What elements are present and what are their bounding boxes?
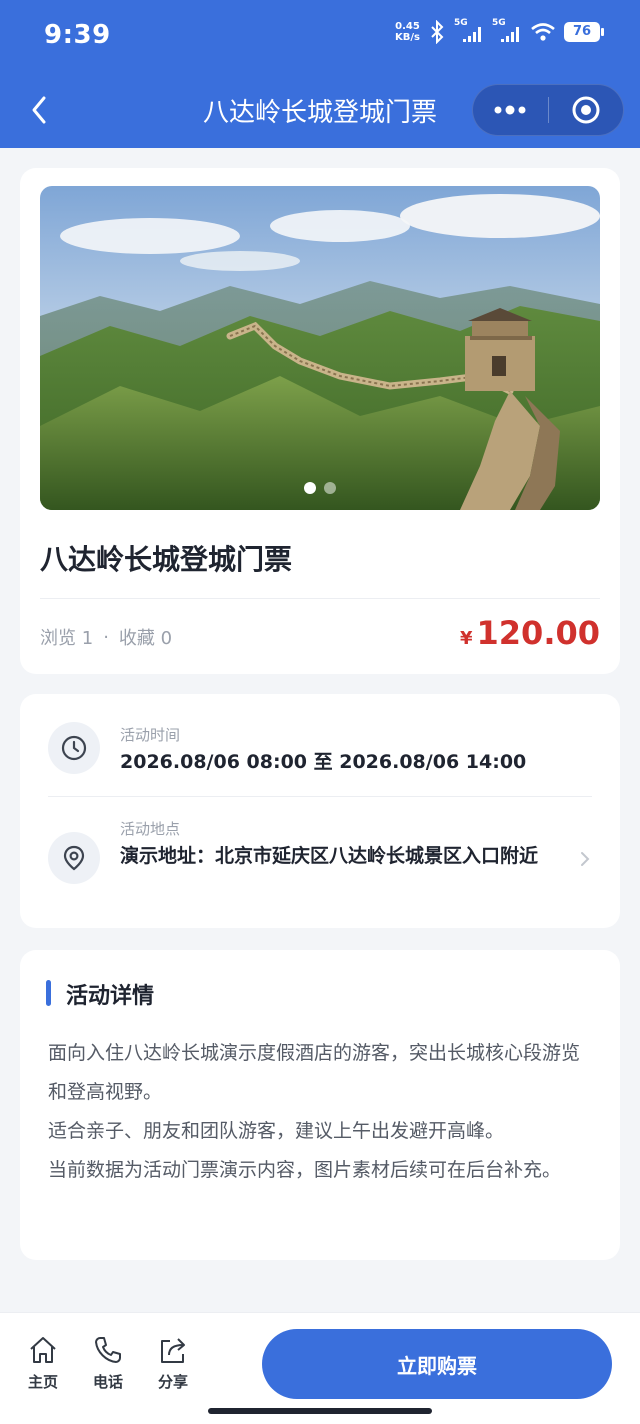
carousel-dot[interactable] [324, 482, 336, 494]
nav-bar: 八达岭长城登城门票 [0, 72, 640, 148]
wifi-icon [531, 23, 555, 41]
activity-location-label: 活动地点 [120, 820, 181, 838]
share-icon [161, 1338, 185, 1363]
close-miniprogram-button[interactable] [549, 84, 624, 136]
carousel-dot[interactable] [304, 482, 316, 494]
activity-location-value: 演示地址：北京市延庆区八达岭长城景区入口附近 [120, 845, 539, 867]
clock-icon-wrap [48, 722, 100, 774]
details-paragraph: 面向入住八达岭长城演示度假酒店的游客，突出长城核心段游览和登高视野。 [48, 1042, 581, 1103]
more-button[interactable] [473, 84, 548, 136]
share-tab-label: 分享 [157, 1373, 188, 1391]
product-card: 八达岭长城登城门票 浏览 1 · 收藏 0 ¥ 120.00 [20, 168, 620, 674]
carousel-dots [40, 482, 600, 494]
section-accent-bar [46, 980, 51, 1006]
product-title: 八达岭长城登城门票 [40, 543, 293, 576]
activity-location-row[interactable]: 活动地点 演示地址：北京市延庆区八达岭长城景区入口附近 [48, 816, 592, 904]
stats-separator: · [103, 626, 109, 648]
details-paragraph: 适合亲子、朋友和团队游客，建议上午出发避开高峰。 [48, 1120, 505, 1142]
home-tab[interactable]: 主页 [21, 1335, 65, 1392]
signal-icon-1: 5G [454, 18, 484, 44]
activity-time-row: 活动时间 2026.08/06 08:00 至 2026.08/06 14:00 [48, 722, 592, 786]
home-icon [30, 1337, 56, 1363]
net-speed: 0.45 KB/s [395, 21, 420, 43]
favorites-count: 收藏 0 [118, 628, 173, 649]
activity-time-value: 2026.08/06 08:00 至 2026.08/06 14:00 [120, 751, 527, 773]
phone-icon [95, 1337, 121, 1363]
bluetooth-icon [431, 20, 444, 44]
signal-icon-2: 5G [492, 18, 522, 44]
price: ¥ 120.00 [460, 614, 600, 652]
price-currency: ¥ [459, 628, 473, 649]
details-title: 活动详情 [66, 984, 155, 1009]
buy-now-button[interactable]: 立即购票 [262, 1329, 612, 1399]
divider [40, 598, 600, 599]
location-pin-icon [63, 845, 85, 871]
location-icon-wrap [48, 832, 100, 884]
activity-info-card: 活动时间 2026.08/06 08:00 至 2026.08/06 14:00… [20, 694, 620, 928]
product-stats: 浏览 1 · 收藏 0 [40, 624, 172, 650]
clock-icon [61, 735, 87, 761]
views-count: 浏览 1 [40, 628, 94, 649]
share-tab[interactable]: 分享 [151, 1335, 195, 1392]
target-icon [572, 96, 600, 124]
status-icons: 0.45 KB/s 5G 5G 76 [395, 18, 604, 44]
hero-carousel[interactable] [40, 186, 600, 510]
home-tab-label: 主页 [27, 1373, 58, 1391]
top-header: 9:39 0.45 KB/s 5G 5G 76 八达岭长城登城门票 [0, 0, 640, 148]
activity-time-label: 活动时间 [120, 726, 181, 744]
home-indicator [208, 1408, 432, 1414]
miniprogram-capsule [472, 84, 624, 136]
divider [48, 796, 592, 797]
more-icon [494, 105, 526, 115]
price-value: 120.00 [476, 614, 600, 652]
status-bar: 9:39 0.45 KB/s 5G 5G 76 [0, 0, 640, 72]
details-description: 面向入住八达岭长城演示度假酒店的游客，突出长城核心段游览和登高视野。 适合亲子、… [48, 1034, 596, 1190]
status-time: 9:39 [44, 20, 111, 50]
chevron-right-icon [581, 852, 590, 866]
battery-indicator: 76 [564, 22, 604, 42]
phone-tab[interactable]: 电话 [86, 1335, 130, 1392]
activity-details-card: 活动详情 面向入住八达岭长城演示度假酒店的游客，突出长城核心段游览和登高视野。 … [20, 950, 620, 1260]
details-paragraph: 当前数据为活动门票演示内容，图片素材后续可在后台补充。 [48, 1159, 562, 1181]
great-wall-image [40, 186, 600, 510]
phone-tab-label: 电话 [92, 1373, 123, 1391]
